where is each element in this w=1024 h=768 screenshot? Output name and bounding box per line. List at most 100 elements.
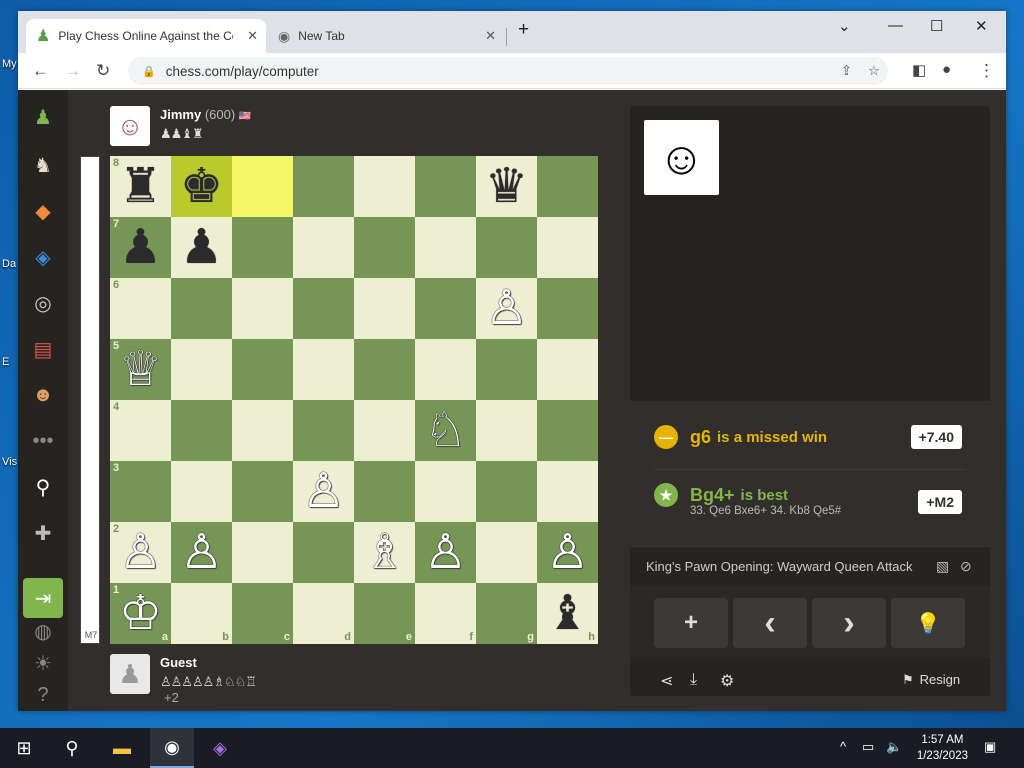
reload-icon[interactable]: ↻ bbox=[96, 61, 110, 81]
resign-button[interactable]: ⚑ Resign bbox=[902, 672, 960, 688]
search-icon[interactable]: ⚲ bbox=[28, 472, 58, 502]
chess-piece[interactable]: ♗ bbox=[363, 528, 406, 577]
hint-bulb-button[interactable]: 💡 bbox=[891, 598, 965, 648]
add-user-icon[interactable]: ✚ bbox=[28, 518, 58, 548]
square-e7[interactable] bbox=[354, 217, 415, 278]
file-explorer-icon[interactable]: ▬ bbox=[100, 728, 144, 768]
square-a6[interactable]: 6 bbox=[110, 278, 171, 339]
square-d7[interactable] bbox=[293, 217, 354, 278]
square-g8[interactable]: ♛ bbox=[476, 156, 537, 217]
more-icon[interactable]: ••• bbox=[28, 426, 58, 456]
menu-dots-icon[interactable]: ⋮ bbox=[978, 61, 995, 81]
tab-chess[interactable]: ♟ Play Chess Online Against the Co ✕ bbox=[26, 19, 266, 53]
square-h8[interactable] bbox=[537, 156, 598, 217]
chess-piece[interactable]: ♟ bbox=[119, 223, 162, 272]
guest-avatar[interactable]: ♟ bbox=[110, 654, 150, 694]
square-e3[interactable] bbox=[354, 461, 415, 522]
square-a8[interactable]: 8 ♜ bbox=[110, 156, 171, 217]
square-d6[interactable] bbox=[293, 278, 354, 339]
opening-name[interactable]: King's Pawn Opening: Wayward Queen Attac… bbox=[646, 559, 912, 574]
square-c8[interactable] bbox=[232, 156, 293, 217]
square-e2[interactable]: ♗ bbox=[354, 522, 415, 583]
download-icon[interactable]: ⤓ bbox=[690, 671, 697, 689]
clock[interactable]: 1:57 AM 1/23/2023 bbox=[917, 732, 968, 764]
square-f3[interactable] bbox=[415, 461, 476, 522]
square-c3[interactable] bbox=[232, 461, 293, 522]
desktop-label[interactable]: E bbox=[2, 356, 9, 368]
windows-start-icon[interactable]: ⊞ bbox=[0, 728, 48, 768]
square-f2[interactable]: ♙ bbox=[415, 522, 476, 583]
square-c4[interactable] bbox=[232, 400, 293, 461]
square-g4[interactable] bbox=[476, 400, 537, 461]
address-bar[interactable]: 🔒 chess.com/play/computer ⇪ ☆ bbox=[128, 57, 888, 85]
lessons-icon[interactable]: ◆ bbox=[28, 196, 58, 226]
chess-piece[interactable]: ♕ bbox=[119, 345, 162, 394]
square-a4[interactable]: 4 bbox=[110, 400, 171, 461]
square-a3[interactable]: 3 bbox=[110, 461, 171, 522]
square-g3[interactable] bbox=[476, 461, 537, 522]
chess-piece[interactable]: ♟ bbox=[180, 223, 223, 272]
square-a2[interactable]: 2 ♙ bbox=[110, 522, 171, 583]
square-e8[interactable] bbox=[354, 156, 415, 217]
news-icon[interactable]: ▤ bbox=[28, 334, 58, 364]
square-b4[interactable] bbox=[171, 400, 232, 461]
maximize-button[interactable]: ☐ bbox=[930, 17, 943, 35]
chevron-up-icon[interactable]: ^ bbox=[840, 739, 846, 754]
square-d1[interactable]: d bbox=[293, 583, 354, 644]
square-g2[interactable] bbox=[476, 522, 537, 583]
square-g1[interactable]: g bbox=[476, 583, 537, 644]
learn-icon[interactable]: ◈ bbox=[28, 242, 58, 272]
minimize-button[interactable]: — bbox=[888, 17, 903, 34]
chess-board[interactable]: 8 ♜ ♚ ♛ 7 ♟ ♟ 6 ♙ 5 ♕ 4 ♘ 3 ♙ 2 ♙ ♙ ♗ ♙ ♙ 1 a ♔ b c d e f g h ♝ bbox=[110, 156, 598, 644]
square-d8[interactable] bbox=[293, 156, 354, 217]
square-g5[interactable] bbox=[476, 339, 537, 400]
square-g7[interactable] bbox=[476, 217, 537, 278]
chess-piece[interactable]: ♝ bbox=[546, 589, 589, 638]
previous-move-button[interactable]: ‹ bbox=[733, 598, 807, 648]
square-c1[interactable]: c bbox=[232, 583, 293, 644]
visual-studio-icon[interactable]: ◈ bbox=[198, 728, 242, 768]
chess-piece[interactable]: ♘ bbox=[424, 406, 467, 455]
chess-piece[interactable]: ♔ bbox=[119, 589, 162, 638]
chess-piece[interactable]: ♙ bbox=[180, 528, 223, 577]
square-a1[interactable]: 1 a ♔ bbox=[110, 583, 171, 644]
square-f1[interactable]: f bbox=[415, 583, 476, 644]
puzzle-icon[interactable]: ♞ bbox=[28, 150, 58, 180]
watch-icon[interactable]: ◎ bbox=[28, 288, 58, 318]
profile-icon[interactable]: ● bbox=[942, 61, 951, 78]
add-button[interactable]: + bbox=[654, 598, 728, 648]
next-move-button[interactable]: › bbox=[812, 598, 886, 648]
square-b6[interactable] bbox=[171, 278, 232, 339]
new-tab-button[interactable]: + bbox=[518, 19, 529, 41]
square-h5[interactable] bbox=[537, 339, 598, 400]
chess-piece[interactable]: ♛ bbox=[485, 162, 528, 211]
square-a5[interactable]: 5 ♕ bbox=[110, 339, 171, 400]
square-c7[interactable] bbox=[232, 217, 293, 278]
square-b8[interactable]: ♚ bbox=[171, 156, 232, 217]
square-f4[interactable]: ♘ bbox=[415, 400, 476, 461]
volume-icon[interactable]: 🔈 bbox=[886, 739, 902, 755]
square-b7[interactable]: ♟ bbox=[171, 217, 232, 278]
desktop-label[interactable]: My bbox=[2, 58, 17, 70]
compass-icon[interactable]: ⊘ bbox=[960, 558, 972, 575]
square-b5[interactable] bbox=[171, 339, 232, 400]
desktop-label[interactable]: Da bbox=[2, 258, 16, 270]
chess-piece[interactable]: ♙ bbox=[424, 528, 467, 577]
bookmark-star-icon[interactable]: ☆ bbox=[868, 63, 880, 79]
square-b2[interactable]: ♙ bbox=[171, 522, 232, 583]
square-b3[interactable] bbox=[171, 461, 232, 522]
square-d4[interactable] bbox=[293, 400, 354, 461]
square-c5[interactable] bbox=[232, 339, 293, 400]
settings-icon[interactable]: ⚙ bbox=[720, 671, 734, 691]
desktop-label[interactable]: Vis bbox=[2, 456, 17, 468]
book-icon[interactable]: ▧ bbox=[936, 558, 949, 575]
square-h1[interactable]: h ♝ bbox=[537, 583, 598, 644]
square-f7[interactable] bbox=[415, 217, 476, 278]
forward-icon[interactable]: → bbox=[64, 61, 81, 81]
share-icon[interactable]: ⋖ bbox=[660, 671, 673, 691]
square-d3[interactable]: ♙ bbox=[293, 461, 354, 522]
chess-piece[interactable]: ♜ bbox=[119, 162, 162, 211]
square-f8[interactable] bbox=[415, 156, 476, 217]
back-icon[interactable]: ← bbox=[32, 61, 49, 81]
chess-piece[interactable]: ♙ bbox=[546, 528, 589, 577]
